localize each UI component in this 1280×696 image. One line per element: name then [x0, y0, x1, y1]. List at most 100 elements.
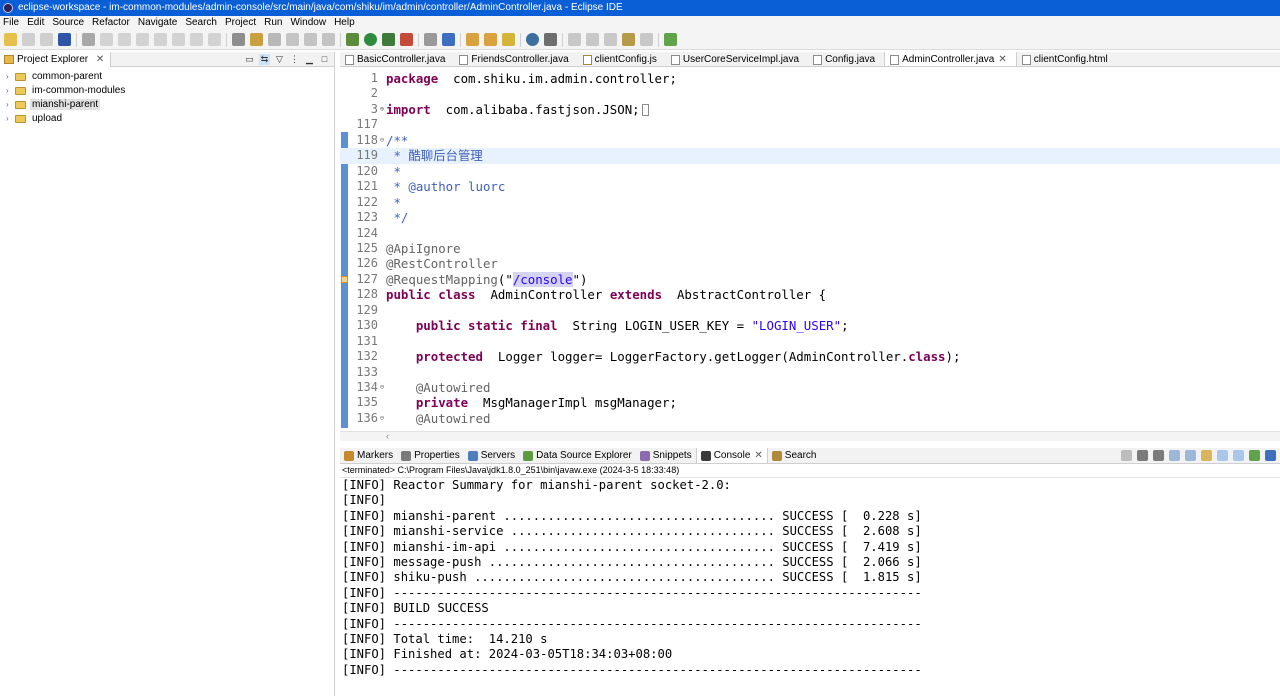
expand-arrow-icon[interactable]: ›	[6, 70, 9, 84]
menu-refactor[interactable]: Refactor	[89, 16, 133, 30]
menu-window[interactable]: Window	[287, 16, 329, 30]
tree-item[interactable]: › upload	[0, 112, 334, 126]
pin-console-icon[interactable]	[1249, 450, 1260, 461]
code-token: String LOGIN_USER_KEY =	[557, 318, 752, 334]
toggle-mark-occurrences-icon[interactable]	[268, 33, 281, 46]
save-all-icon[interactable]	[40, 33, 53, 46]
close-icon[interactable]: ✕	[754, 450, 762, 461]
save-icon[interactable]	[22, 33, 35, 46]
external-tools-icon[interactable]	[400, 33, 413, 46]
new-java-project-icon[interactable]	[424, 33, 437, 46]
back-icon[interactable]	[622, 33, 635, 46]
collapse-all-icon[interactable]: ▭	[244, 54, 255, 65]
disconnect-icon[interactable]	[154, 33, 167, 46]
minimize-icon[interactable]: ▁	[304, 54, 315, 65]
terminate-icon[interactable]	[136, 33, 149, 46]
open-task-folder-icon[interactable]	[484, 33, 497, 46]
tab-search[interactable]: Search	[768, 448, 821, 463]
suspend-icon[interactable]	[118, 33, 131, 46]
editor-tab[interactable]: AdminController.java ✕	[884, 52, 1017, 66]
annotation-nav-icon[interactable]	[544, 33, 557, 46]
fold-toggle-icon[interactable]: ⊖	[378, 380, 386, 396]
menu-file[interactable]: File	[0, 16, 22, 30]
tab-data-source-explorer[interactable]: Data Source Explorer	[519, 448, 636, 463]
step-over-icon[interactable]	[190, 33, 203, 46]
menu-edit[interactable]: Edit	[24, 16, 47, 30]
close-icon[interactable]: ✕	[998, 54, 1006, 65]
remove-all-terminated-icon[interactable]	[1153, 450, 1164, 461]
link-with-editor-icon[interactable]: ⇆	[259, 54, 270, 65]
filter-icon[interactable]: ▽	[274, 54, 285, 65]
maximize-icon[interactable]: □	[319, 54, 330, 65]
terminal-icon[interactable]	[58, 33, 71, 46]
tab-project-explorer[interactable]: Project Explorer ✕	[0, 52, 112, 67]
forward-icon[interactable]	[640, 33, 653, 46]
editor-tab[interactable]: FriendsController.java	[454, 52, 577, 66]
editor-tab[interactable]: Config.java	[808, 52, 884, 66]
tree-item[interactable]: › mianshi-parent	[0, 98, 334, 112]
search-flashlight-icon[interactable]	[502, 33, 515, 46]
show-whitespace-icon[interactable]	[304, 33, 317, 46]
open-type-icon[interactable]	[466, 33, 479, 46]
tab-console[interactable]: Console ✕	[695, 448, 768, 463]
fold-toggle-icon[interactable]: ⊖	[378, 133, 386, 149]
editor-tab[interactable]: UserCoreServiceImpl.java	[666, 52, 808, 66]
fold-toggle-icon[interactable]: ⊖	[378, 411, 386, 427]
expand-arrow-icon[interactable]: ›	[6, 98, 9, 112]
remove-launch-icon[interactable]	[1137, 450, 1148, 461]
fold-toggle-icon[interactable]: ⊕	[378, 102, 386, 118]
menu-navigate[interactable]: Navigate	[135, 16, 180, 30]
toggle-block-selection-icon[interactable]	[286, 33, 299, 46]
open-perspective-icon[interactable]	[664, 33, 677, 46]
scroll-lock-icon[interactable]	[1201, 450, 1212, 461]
tab-properties[interactable]: Properties	[397, 448, 464, 463]
new-class-icon[interactable]	[442, 33, 455, 46]
web-browser-icon[interactable]	[526, 33, 539, 46]
clear-console-icon[interactable]	[1185, 450, 1196, 461]
tab-markers[interactable]: Markers	[340, 448, 397, 463]
menu-help[interactable]: Help	[331, 16, 358, 30]
tab-servers[interactable]: Servers	[464, 448, 519, 463]
tree-item[interactable]: › im-common-modules	[0, 84, 334, 98]
display-selected-console-icon[interactable]	[1265, 450, 1276, 461]
debug-icon[interactable]	[346, 33, 359, 46]
next-annotation-icon[interactable]	[568, 33, 581, 46]
code-token: /console	[512, 271, 573, 287]
menu-source[interactable]: Source	[49, 16, 87, 30]
editor-tab[interactable]: BasicController.java	[340, 52, 454, 66]
step-into-icon[interactable]	[172, 33, 185, 46]
copy-icon[interactable]	[1169, 450, 1180, 461]
console-output[interactable]: [INFO] Reactor Summary for mianshi-paren…	[340, 477, 1280, 678]
editor-tab[interactable]: clientConfig.js	[578, 52, 666, 66]
horizontal-scrollbar[interactable]: ‹	[340, 431, 1280, 441]
editor-tab[interactable]: clientConfig.html	[1017, 52, 1117, 66]
expand-arrow-icon[interactable]: ›	[6, 84, 9, 98]
menu-search[interactable]: Search	[182, 16, 220, 30]
tree-item[interactable]: › common-parent	[0, 70, 334, 84]
console-line: [INFO] shiku-push ......................…	[342, 570, 922, 585]
previous-annotation-icon[interactable]	[586, 33, 599, 46]
open-task-icon[interactable]	[250, 33, 263, 46]
project-explorer-icon	[4, 55, 14, 64]
toolbar-separator	[76, 32, 77, 47]
menu-project[interactable]: Project	[222, 16, 259, 30]
tab-snippets[interactable]: Snippets	[636, 448, 696, 463]
paragraph-icon[interactable]	[322, 33, 335, 46]
terminate-icon[interactable]	[1121, 450, 1132, 461]
expand-arrow-icon[interactable]: ›	[6, 112, 9, 126]
show-console-on-output-icon[interactable]	[1233, 450, 1244, 461]
code-editor[interactable]: 1 package com.shiku.im.admin.controller; 2…	[340, 69, 1280, 431]
menu-run[interactable]: Run	[261, 16, 285, 30]
new-icon[interactable]	[4, 33, 17, 46]
last-edit-location-icon[interactable]	[604, 33, 617, 46]
view-menu-icon[interactable]: ⋮	[289, 54, 300, 65]
run-icon[interactable]	[364, 33, 377, 46]
resume-icon[interactable]	[100, 33, 113, 46]
toggle-comment-icon[interactable]	[232, 33, 245, 46]
folded-region-box[interactable]	[641, 104, 649, 117]
step-return-icon[interactable]	[208, 33, 221, 46]
skip-breakpoints-icon[interactable]	[82, 33, 95, 46]
close-icon[interactable]: ✕	[96, 54, 104, 65]
coverage-icon[interactable]	[382, 33, 395, 46]
word-wrap-icon[interactable]	[1217, 450, 1228, 461]
